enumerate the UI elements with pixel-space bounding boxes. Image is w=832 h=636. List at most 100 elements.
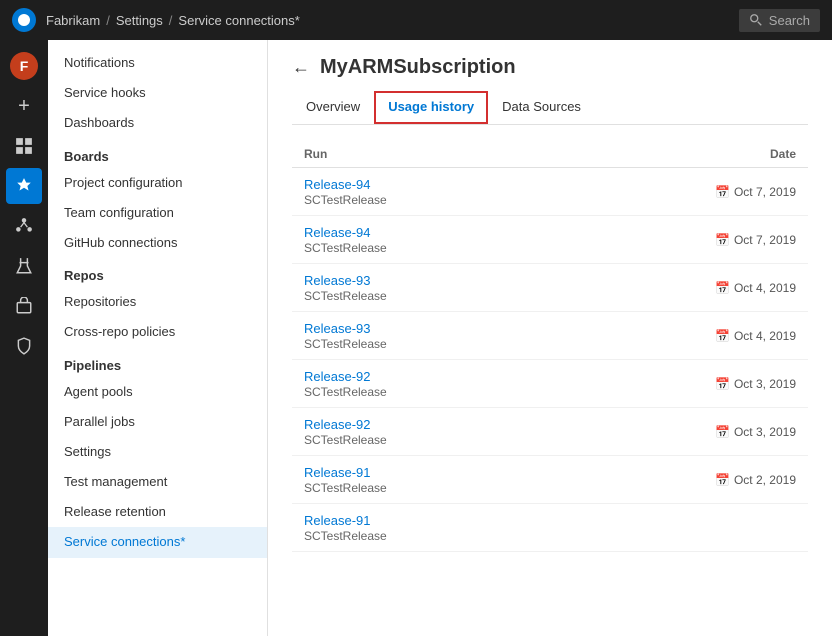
breadcrumb-sep-1: / [106, 13, 110, 28]
run-sub-2: SCTestRelease [304, 289, 676, 303]
calendar-icon-4: 📅 [715, 377, 730, 391]
sidebar-section-repos: Repos [48, 258, 267, 287]
run-sub-1: SCTestRelease [304, 241, 676, 255]
app-logo [12, 8, 36, 32]
test-nav-icon[interactable] [6, 248, 42, 284]
breadcrumb-fabrikam[interactable]: Fabrikam [46, 13, 100, 28]
run-name-2[interactable]: Release-93 [304, 273, 676, 288]
sidebar-item-test-management[interactable]: Test management [48, 467, 267, 497]
sidebar-section-pipelines: Pipelines [48, 348, 267, 377]
table-row: Release-94 SCTestRelease 📅 Oct 7, 2019 [292, 216, 808, 264]
icon-rail: F + [0, 40, 48, 636]
sidebar-item-service-hooks[interactable]: Service hooks [48, 78, 267, 108]
run-name-0[interactable]: Release-94 [304, 177, 676, 192]
run-sub-0: SCTestRelease [304, 193, 676, 207]
row-run-3: Release-93 SCTestRelease [304, 321, 676, 351]
sidebar-item-project-config[interactable]: Project configuration [48, 168, 267, 198]
table-row: Release-92 SCTestRelease 📅 Oct 3, 2019 [292, 360, 808, 408]
row-date-2: 📅 Oct 4, 2019 [676, 281, 796, 295]
calendar-icon-2: 📅 [715, 281, 730, 295]
table-row: Release-94 SCTestRelease 📅 Oct 7, 2019 [292, 168, 808, 216]
row-run-0: Release-94 SCTestRelease [304, 177, 676, 207]
date-value-4: Oct 3, 2019 [734, 377, 796, 391]
repos-nav-icon[interactable] [6, 168, 42, 204]
back-button[interactable]: ← [292, 57, 310, 78]
sidebar-item-agent-pools[interactable]: Agent pools [48, 377, 267, 407]
sidebar-item-team-config[interactable]: Team configuration [48, 198, 267, 228]
breadcrumb-settings[interactable]: Settings [116, 13, 163, 28]
date-value-2: Oct 4, 2019 [734, 281, 796, 295]
search-icon [749, 13, 763, 27]
content-header: ← MyARMSubscription [292, 56, 808, 79]
sidebar-item-cross-repo-policies[interactable]: Cross-repo policies [48, 317, 267, 347]
sidebar-item-settings[interactable]: Settings [48, 437, 267, 467]
run-name-1[interactable]: Release-94 [304, 225, 676, 240]
table-row: Release-93 SCTestRelease 📅Oct 4, 2019 [292, 312, 808, 360]
run-name-3[interactable]: Release-93 [304, 321, 676, 336]
run-name-4[interactable]: Release-92 [304, 369, 676, 384]
topbar: Fabrikam / Settings / Service connection… [0, 0, 832, 40]
run-name-5[interactable]: Release-92 [304, 417, 676, 432]
content-area: ← MyARMSubscription Overview Usage histo… [268, 40, 832, 636]
calendar-icon-0: 📅 [715, 185, 730, 199]
table-row: Release-93 SCTestRelease 📅 Oct 4, 2019 [292, 264, 808, 312]
calendar-icon-5: 📅 [715, 425, 730, 439]
page-title: MyARMSubscription [320, 56, 516, 79]
pipelines-nav-icon[interactable] [6, 208, 42, 244]
run-sub-7: SCTestRelease [304, 529, 676, 543]
run-sub-3: SCTestRelease [304, 337, 676, 351]
sidebar-item-dashboards[interactable]: Dashboards [48, 108, 267, 138]
search-label: Search [769, 13, 810, 28]
sidebar: Notifications Service hooks Dashboards B… [48, 40, 268, 636]
sidebar-item-repositories[interactable]: Repositories [48, 287, 267, 317]
row-run-6: Release-91 SCTestRelease [304, 465, 676, 495]
breadcrumb-sep-2: / [169, 13, 173, 28]
tabs: Overview Usage history Data Sources [292, 91, 808, 125]
date-value-6: Oct 2, 2019 [734, 473, 796, 487]
run-name-6[interactable]: Release-91 [304, 465, 676, 480]
boards-nav-icon[interactable] [6, 128, 42, 164]
tab-data-sources[interactable]: Data Sources [488, 91, 595, 124]
row-date-5: 📅 Oct 3, 2019 [676, 425, 796, 439]
calendar-icon-6: 📅 [715, 473, 730, 487]
tab-overview[interactable]: Overview [292, 91, 374, 124]
run-sub-5: SCTestRelease [304, 433, 676, 447]
sidebar-section-boards: Boards [48, 139, 267, 168]
calendar-icon-3: 📅 [715, 329, 730, 343]
row-run-1: Release-94 SCTestRelease [304, 225, 676, 255]
row-date-0: 📅 Oct 7, 2019 [676, 185, 796, 199]
breadcrumb: Fabrikam / Settings / Service connection… [46, 13, 739, 28]
run-sub-4: SCTestRelease [304, 385, 676, 399]
artifacts-nav-icon[interactable] [6, 288, 42, 324]
add-button[interactable]: + [6, 88, 42, 124]
row-date-3: 📅Oct 4, 2019 [676, 329, 796, 343]
breadcrumb-service-connections: Service connections* [178, 13, 299, 28]
table-body: Release-94 SCTestRelease 📅 Oct 7, 2019 Re… [292, 168, 808, 552]
sidebar-item-parallel-jobs[interactable]: Parallel jobs [48, 407, 267, 437]
run-sub-6: SCTestRelease [304, 481, 676, 495]
main-layout: F + Notifications Service hooks Dashboar… [0, 40, 832, 636]
table-header: Run Date [292, 141, 808, 168]
search-box[interactable]: Search [739, 9, 820, 32]
sidebar-item-notifications[interactable]: Notifications [48, 48, 267, 78]
date-value-0: Oct 7, 2019 [734, 185, 796, 199]
table-row: Release-91 SCTestRelease [292, 504, 808, 552]
row-date-6: 📅 Oct 2, 2019 [676, 473, 796, 487]
row-run-7: Release-91 SCTestRelease [304, 513, 676, 543]
tab-usage-history[interactable]: Usage history [374, 91, 488, 124]
run-name-7[interactable]: Release-91 [304, 513, 676, 528]
user-avatar[interactable]: F [10, 52, 38, 80]
calendar-icon-1: 📅 [715, 233, 730, 247]
row-date-4: 📅 Oct 3, 2019 [676, 377, 796, 391]
row-date-1: 📅 Oct 7, 2019 [676, 233, 796, 247]
col-header-date: Date [676, 147, 796, 161]
security-nav-icon[interactable] [6, 328, 42, 364]
sidebar-item-github-connections[interactable]: GitHub connections [48, 228, 267, 258]
date-value-5: Oct 3, 2019 [734, 425, 796, 439]
row-run-5: Release-92 SCTestRelease [304, 417, 676, 447]
sidebar-item-service-connections[interactable]: Service connections* [48, 527, 267, 557]
table-row: Release-92 SCTestRelease 📅 Oct 3, 2019 [292, 408, 808, 456]
sidebar-item-release-retention[interactable]: Release retention [48, 497, 267, 527]
row-run-4: Release-92 SCTestRelease [304, 369, 676, 399]
date-value-1: Oct 7, 2019 [734, 233, 796, 247]
